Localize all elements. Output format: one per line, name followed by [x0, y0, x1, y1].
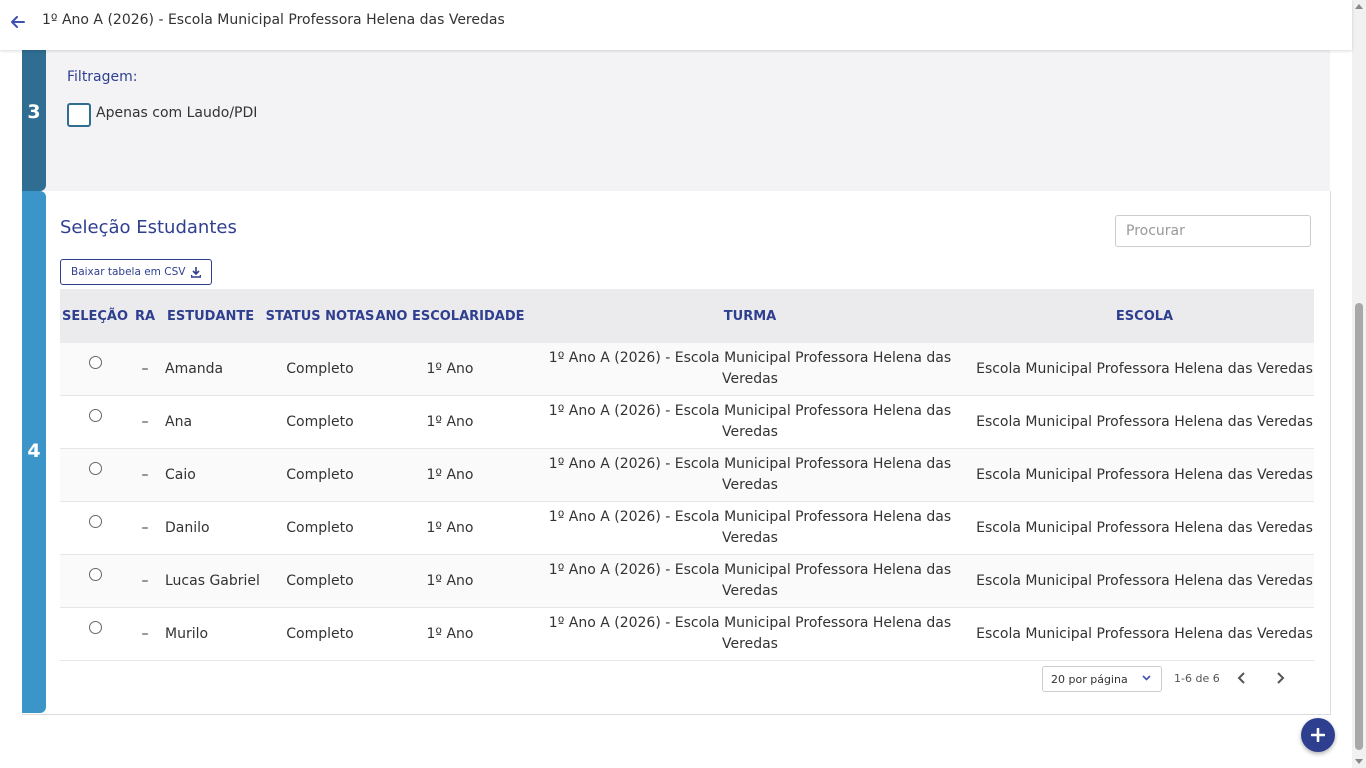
- ano-cell: 1º Ano: [426, 413, 474, 430]
- escola-cell: Escola Municipal Professora Helena das V…: [976, 519, 1313, 536]
- page-scrollbar[interactable]: [1352, 0, 1366, 768]
- page-title: 1º Ano A (2026) - Escola Municipal Profe…: [42, 12, 505, 28]
- escola-cell: Escola Municipal Professora Helena das V…: [976, 625, 1313, 642]
- row-select-radio[interactable]: [88, 461, 102, 475]
- col-header-ra[interactable]: RA: [130, 306, 160, 327]
- step-number: 3: [27, 101, 41, 123]
- row-select-radio[interactable]: [88, 408, 102, 422]
- scroll-up-arrow[interactable]: [1355, 4, 1363, 9]
- table-body: – Amanda Completo 1º Ano 1º Ano A (2026)…: [60, 343, 1314, 661]
- ano-cell: 1º Ano: [426, 519, 474, 536]
- turma-cell: 1º Ano A (2026) - Escola Municipal Profe…: [548, 509, 952, 546]
- turma-cell: 1º Ano A (2026) - Escola Municipal Profe…: [548, 562, 952, 599]
- step-number: 4: [27, 440, 41, 462]
- status-cell: Completo: [286, 572, 354, 589]
- col-header-selecao[interactable]: SELEÇÃO: [60, 306, 130, 327]
- arrow-left-icon: [11, 16, 25, 28]
- table-row: – Amanda Completo 1º Ano 1º Ano A (2026)…: [60, 343, 1314, 396]
- col-header-ano[interactable]: ANO ESCOLARIDADE: [375, 306, 525, 327]
- table-row: – Ana Completo 1º Ano 1º Ano A (2026) - …: [60, 396, 1314, 449]
- table-row: – Murilo Completo 1º Ano 1º Ano A (2026)…: [60, 608, 1314, 661]
- row-select-radio[interactable]: [88, 567, 102, 581]
- col-header-turma[interactable]: TURMA: [525, 306, 975, 327]
- download-csv-button[interactable]: Baixar tabela em CSV: [60, 259, 213, 285]
- chevron-left-icon: [1237, 672, 1245, 684]
- section-title: Seleção Estudantes: [60, 217, 237, 238]
- plus-icon: [1311, 728, 1325, 742]
- escola-cell: Escola Municipal Professora Helena das V…: [976, 360, 1313, 377]
- col-header-estudante[interactable]: ESTUDANTE: [160, 306, 265, 327]
- status-cell: Completo: [286, 413, 354, 430]
- row-select-radio[interactable]: [88, 355, 102, 369]
- ano-cell: 1º Ano: [426, 360, 474, 377]
- student-name: Lucas Gabriel: [165, 572, 260, 589]
- filter-section: 3 Filtragem: Apenas com Laudo/PDI: [22, 50, 1330, 191]
- col-header-escola[interactable]: ESCOLA: [975, 306, 1314, 327]
- chevron-right-icon: [1277, 672, 1285, 684]
- students-section: 4 Seleção Estudantes Baixar tabela em CS…: [22, 191, 1331, 715]
- turma-cell: 1º Ano A (2026) - Escola Municipal Profe…: [548, 403, 952, 440]
- pagination-range: 1-6 de 6: [1174, 672, 1220, 685]
- ra-cell: –: [141, 466, 149, 483]
- rows-per-page-select[interactable]: 20 por página: [1042, 666, 1162, 692]
- ano-cell: 1º Ano: [426, 466, 474, 483]
- laudo-pdi-checkbox[interactable]: [67, 103, 91, 127]
- download-icon: [191, 266, 202, 278]
- table-row: – Danilo Completo 1º Ano 1º Ano A (2026)…: [60, 502, 1314, 555]
- student-name: Amanda: [165, 360, 224, 377]
- table-header: SELEÇÃO RA ESTUDANTE STATUS NOTAS ANO ES…: [60, 289, 1314, 343]
- rows-per-page-value: 20 por página: [1051, 672, 1128, 686]
- status-cell: Completo: [286, 360, 354, 377]
- student-name: Danilo: [165, 519, 210, 536]
- student-name: Caio: [165, 466, 196, 483]
- ra-cell: –: [141, 519, 149, 536]
- ano-cell: 1º Ano: [426, 572, 474, 589]
- table-row: – Caio Completo 1º Ano 1º Ano A (2026) -…: [60, 449, 1314, 502]
- ano-cell: 1º Ano: [426, 625, 474, 642]
- ra-cell: –: [141, 360, 149, 377]
- step-rail-3: 3: [22, 50, 46, 191]
- step-rail-4: 4: [22, 191, 46, 713]
- status-cell: Completo: [286, 466, 354, 483]
- status-cell: Completo: [286, 625, 354, 642]
- ra-cell: –: [141, 413, 149, 430]
- status-cell: Completo: [286, 519, 354, 536]
- filter-label: Filtragem:: [67, 69, 138, 85]
- ra-cell: –: [141, 572, 149, 589]
- students-table: SELEÇÃO RA ESTUDANTE STATUS NOTAS ANO ES…: [60, 289, 1314, 661]
- add-button[interactable]: [1301, 718, 1335, 752]
- scroll-down-arrow[interactable]: [1355, 759, 1363, 764]
- ra-cell: –: [141, 625, 149, 642]
- search-input[interactable]: [1115, 215, 1311, 247]
- row-select-radio[interactable]: [88, 514, 102, 528]
- turma-cell: 1º Ano A (2026) - Escola Municipal Profe…: [548, 456, 952, 493]
- student-name: Ana: [165, 413, 193, 430]
- escola-cell: Escola Municipal Professora Helena das V…: [976, 466, 1313, 483]
- scroll-thumb[interactable]: [1355, 303, 1363, 750]
- top-bar: 1º Ano A (2026) - Escola Municipal Profe…: [0, 0, 1352, 50]
- turma-cell: 1º Ano A (2026) - Escola Municipal Profe…: [548, 350, 952, 387]
- previous-page-button[interactable]: [1234, 670, 1250, 686]
- escola-cell: Escola Municipal Professora Helena das V…: [976, 572, 1313, 589]
- table-row: – Lucas Gabriel Completo 1º Ano 1º Ano A…: [60, 555, 1314, 608]
- escola-cell: Escola Municipal Professora Helena das V…: [976, 413, 1313, 430]
- back-button[interactable]: [9, 13, 27, 31]
- laudo-pdi-label[interactable]: Apenas com Laudo/PDI: [96, 105, 257, 121]
- col-header-status[interactable]: STATUS NOTAS: [265, 306, 375, 327]
- student-name: Murilo: [165, 625, 209, 642]
- chevron-down-icon: [1142, 675, 1151, 681]
- row-select-radio[interactable]: [88, 620, 102, 634]
- turma-cell: 1º Ano A (2026) - Escola Municipal Profe…: [548, 615, 952, 652]
- next-page-button[interactable]: [1272, 670, 1288, 686]
- csv-button-label: Baixar tabela em CSV: [71, 266, 186, 278]
